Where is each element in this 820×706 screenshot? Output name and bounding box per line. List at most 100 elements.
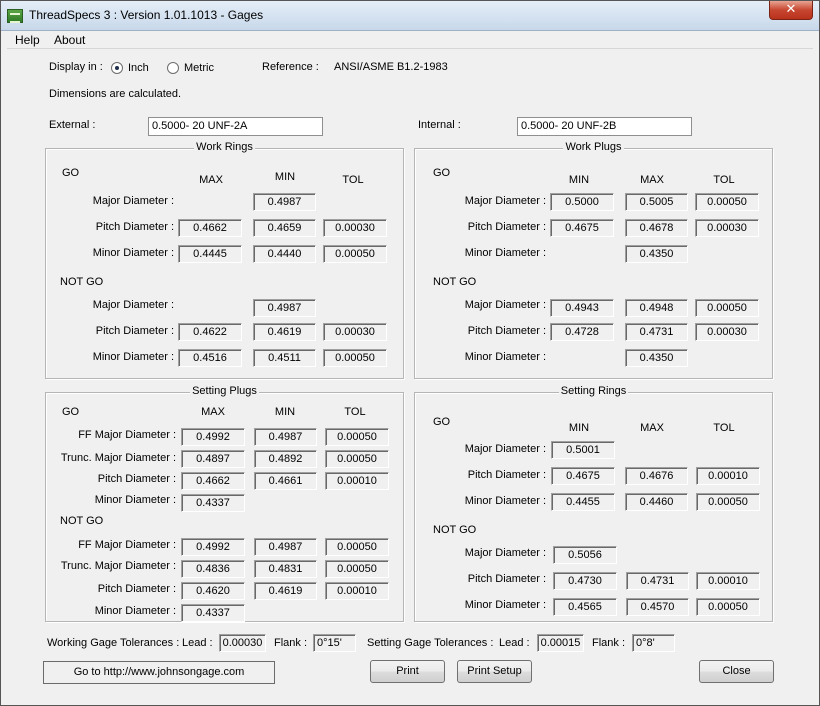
setting-plugs-notgo-pitch-max: 0.4620 <box>181 582 245 600</box>
work-rings-notgo-minor-tol: 0.00050 <box>323 349 387 367</box>
working-flank-label: Flank : <box>274 637 308 649</box>
work-rings-go-pitch-max: 0.4662 <box>178 219 242 237</box>
setting-plugs-notgo-pitch-label: Pitch Diameter : <box>97 583 176 595</box>
setting-plugs-go-ff-tol: 0.00050 <box>325 428 389 446</box>
work-plugs-go-label: GO <box>433 167 451 179</box>
working-tolerances-label: Working Gage Tolerances : <box>47 637 180 649</box>
setting-plugs-header-max: MAX <box>201 406 225 418</box>
work-plugs-go-minor-label: Minor Diameter : <box>464 247 546 259</box>
work-rings-notgo-pitch-label: Pitch Diameter : <box>95 325 174 337</box>
calculated-note: Dimensions are calculated. <box>49 88 182 100</box>
work-plugs-go-pitch-label: Pitch Diameter : <box>467 221 546 233</box>
setting-rings-go-label: GO <box>433 416 451 428</box>
menu-about[interactable]: About <box>54 33 85 47</box>
setting-plugs-header-tol: TOL <box>344 406 366 418</box>
work-rings-header-tol: TOL <box>342 174 364 186</box>
working-lead-value: 0.00030 <box>219 634 266 652</box>
gages-window: ThreadSpecs 3 : Version 1.01.1013 - Gage… <box>0 0 820 706</box>
work-plugs-notgo-pitch-label: Pitch Diameter : <box>467 325 546 337</box>
working-lead-label: Lead : <box>182 637 213 649</box>
setting-plugs-notgo-ff-max: 0.4992 <box>181 538 245 556</box>
work-plugs-notgo-label: NOT GO <box>433 276 477 288</box>
title-bar[interactable]: ThreadSpecs 3 : Version 1.01.1013 - Gage… <box>1 1 819 31</box>
close-button[interactable]: Close <box>699 660 774 683</box>
work-rings-notgo-label: NOT GO <box>60 276 104 288</box>
work-plugs-notgo-pitch-min: 0.4728 <box>550 323 614 341</box>
setting-rings-header-tol: TOL <box>713 422 735 434</box>
client-area: Display in : Inch Metric Reference : ANS… <box>7 49 813 699</box>
work-rings-notgo-minor-min: 0.4511 <box>253 349 316 367</box>
metric-radio-label[interactable]: Metric <box>184 62 214 74</box>
setting-rings-group: Setting Rings GO MIN MAX TOL Major Diame… <box>414 385 773 622</box>
work-plugs-notgo-major-label: Major Diameter : <box>464 299 546 311</box>
work-plugs-go-major-min: 0.5000 <box>550 193 614 211</box>
print-button[interactable]: Print <box>370 660 445 683</box>
work-plugs-notgo-pitch-tol: 0.00030 <box>695 323 759 341</box>
work-rings-go-minor-tol: 0.00050 <box>323 245 387 263</box>
setting-plugs-notgo-trunc-max: 0.4836 <box>181 560 245 578</box>
work-plugs-notgo-major-max: 0.4948 <box>625 299 688 317</box>
external-thread-input[interactable]: 0.5000- 20 UNF-2A <box>148 117 323 136</box>
setting-tolerances-label: Setting Gage Tolerances : <box>367 637 494 649</box>
work-rings-notgo-pitch-min: 0.4619 <box>253 323 316 341</box>
setting-plugs-notgo-pitch-tol: 0.00010 <box>325 582 389 600</box>
setting-plugs-go-pitch-min: 0.4661 <box>254 472 317 490</box>
setting-rings-notgo-minor-tol: 0.00050 <box>696 598 760 616</box>
setting-plugs-go-minor-max: 0.4337 <box>181 494 245 512</box>
inch-radio[interactable] <box>111 62 123 74</box>
setting-rings-header-min: MIN <box>568 422 590 434</box>
internal-thread-input[interactable]: 0.5000- 20 UNF-2B <box>517 117 692 136</box>
work-rings-go-minor-label: Minor Diameter : <box>92 247 174 259</box>
setting-plugs-go-ff-label: FF Major Diameter : <box>78 429 176 441</box>
work-plugs-go-major-label: Major Diameter : <box>464 195 546 207</box>
setting-plugs-go-trunc-max: 0.4897 <box>181 450 245 468</box>
setting-plugs-notgo-label: NOT GO <box>60 515 104 527</box>
work-rings-go-minor-min: 0.4440 <box>253 245 316 263</box>
setting-plugs-go-trunc-label: Trunc. Major Diameter : <box>60 452 176 464</box>
work-plugs-notgo-major-tol: 0.00050 <box>695 299 759 317</box>
setting-rings-go-pitch-tol: 0.00010 <box>696 467 760 485</box>
setting-plugs-notgo-trunc-label: Trunc. Major Diameter : <box>60 560 176 572</box>
setting-plugs-go-trunc-min: 0.4892 <box>254 450 317 468</box>
setting-rings-go-pitch-min: 0.4675 <box>551 467 615 485</box>
work-rings-notgo-minor-label: Minor Diameter : <box>92 351 174 363</box>
setting-rings-go-major-min: 0.5001 <box>551 441 615 459</box>
setting-plugs-go-ff-max: 0.4992 <box>181 428 245 446</box>
setting-rings-notgo-major-label: Major Diameter : <box>464 547 546 559</box>
work-rings-notgo-major-min: 0.4987 <box>253 299 316 317</box>
setting-plugs-go-label: GO <box>62 406 80 418</box>
setting-rings-notgo-pitch-max: 0.4731 <box>626 572 689 590</box>
window-title: ThreadSpecs 3 : Version 1.01.1013 - Gage… <box>29 8 264 22</box>
working-flank-value: 0°15' <box>313 634 356 652</box>
setting-plugs-notgo-ff-min: 0.4987 <box>254 538 317 556</box>
work-rings-go-major-min: 0.4987 <box>253 193 316 211</box>
setting-plugs-notgo-ff-tol: 0.00050 <box>325 538 389 556</box>
setting-plugs-notgo-pitch-min: 0.4619 <box>254 582 317 600</box>
setting-rings-go-pitch-label: Pitch Diameter : <box>467 469 546 481</box>
work-plugs-notgo-minor-label: Minor Diameter : <box>464 351 546 363</box>
setting-rings-notgo-major-min: 0.5056 <box>553 546 617 564</box>
setting-rings-notgo-minor-max: 0.4570 <box>626 598 689 616</box>
setting-plugs-title: Setting Plugs <box>190 385 259 397</box>
setting-rings-notgo-minor-min: 0.4565 <box>553 598 617 616</box>
setting-plugs-go-pitch-label: Pitch Diameter : <box>97 473 176 485</box>
work-plugs-go-pitch-min: 0.4675 <box>550 219 614 237</box>
display-in-label: Display in : <box>49 61 103 73</box>
setting-plugs-header-min: MIN <box>274 406 296 418</box>
window-close-button[interactable]: ✕ <box>769 1 813 20</box>
metric-radio[interactable] <box>167 62 179 74</box>
setting-rings-notgo-pitch-label: Pitch Diameter : <box>467 573 546 585</box>
inch-radio-label[interactable]: Inch <box>128 62 149 74</box>
reference-label: Reference : <box>262 61 319 73</box>
print-setup-button[interactable]: Print Setup <box>457 660 532 683</box>
work-plugs-group: Work Plugs GO MIN MAX TOL Major Diameter… <box>414 141 773 379</box>
setting-plugs-notgo-ff-label: FF Major Diameter : <box>78 539 176 551</box>
work-plugs-go-minor-max: 0.4350 <box>625 245 688 263</box>
setting-plugs-go-ff-min: 0.4987 <box>254 428 317 446</box>
website-link-button[interactable]: Go to http://www.johnsongage.com <box>43 661 275 684</box>
setting-rings-go-minor-tol: 0.00050 <box>696 493 760 511</box>
menu-help[interactable]: Help <box>15 33 40 47</box>
app-icon <box>7 9 23 23</box>
setting-rings-go-pitch-max: 0.4676 <box>625 467 688 485</box>
external-label: External : <box>49 119 96 131</box>
